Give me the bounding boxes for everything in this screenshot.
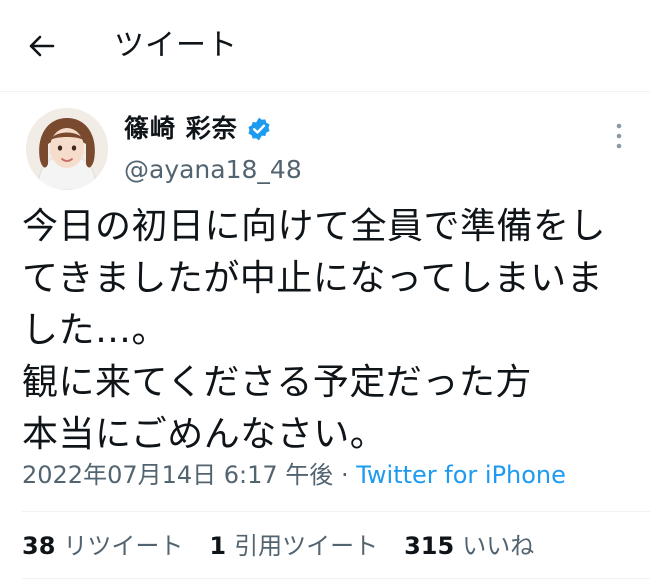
tweet-text: 今日の初日に向けて全員で準備をし てきましたが中止になってしまいま した…。 観… <box>22 201 632 461</box>
author-name[interactable]: 篠崎 彩奈 <box>124 112 238 146</box>
source-link[interactable]: Twitter for iPhone <box>356 461 566 489</box>
retweets-count: 38 <box>22 532 56 560</box>
tweet-line: した…。 <box>22 310 169 351</box>
quotes-label: 引用ツイート <box>234 532 379 560</box>
avatar[interactable] <box>26 108 108 190</box>
verified-badge-icon <box>248 117 270 141</box>
tweet-line: 今日の初日に向けて全員で準備をし <box>22 206 607 247</box>
more-button[interactable] <box>604 118 634 154</box>
meta-separator: · <box>333 461 357 489</box>
author-handle[interactable]: @ayana18_48 <box>124 153 302 187</box>
divider <box>22 578 650 579</box>
back-button[interactable] <box>22 26 62 66</box>
retweets-stat[interactable]: 38 リツイート <box>22 529 183 563</box>
tweet-line: 本当にごめんなさい。 <box>22 414 387 455</box>
likes-stat[interactable]: 315 いいね <box>404 529 534 563</box>
profile-photo-icon <box>26 108 108 190</box>
page-title: ツイート <box>114 28 238 63</box>
top-bar: ツイート <box>0 0 650 92</box>
timestamp[interactable]: 2022年07月14日 6:17 午後 <box>22 461 333 489</box>
retweets-label: リツイート <box>63 532 184 560</box>
likes-count: 315 <box>404 532 455 560</box>
divider <box>22 511 650 512</box>
arrow-left-icon <box>29 35 55 57</box>
author-name-row[interactable]: 篠崎 彩奈 <box>124 112 272 146</box>
likes-label: いいね <box>462 532 535 560</box>
quotes-count: 1 <box>209 532 227 560</box>
quotes-stat[interactable]: 1 引用ツイート <box>209 529 378 563</box>
tweet-line: てきましたが中止になってしまいま <box>22 258 604 299</box>
tweet-stats: 38 リツイート 1 引用ツイート 315 いいね <box>22 529 560 563</box>
more-vertical-icon <box>616 123 622 149</box>
tweet-meta: 2022年07月14日 6:17 午後 · Twitter for iPhone <box>22 458 566 492</box>
tweet-line: 観に来てくださる予定だった方 <box>22 362 532 403</box>
